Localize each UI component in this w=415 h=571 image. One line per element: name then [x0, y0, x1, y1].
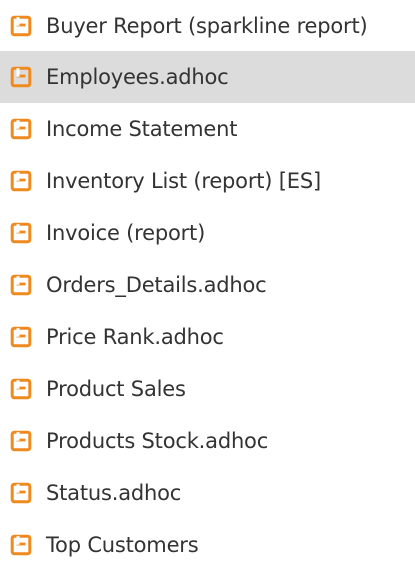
file-item-label: Inventory List (report) [ES]	[46, 169, 321, 193]
file-item-products-stock[interactable]: Products Stock.adhoc	[0, 415, 415, 467]
report-file-icon	[10, 534, 32, 556]
file-item-orders-details[interactable]: Orders_Details.adhoc	[0, 259, 415, 311]
file-item-income-statement[interactable]: Income Statement	[0, 103, 415, 155]
file-item-label: Top Customers	[46, 533, 199, 557]
report-file-icon	[10, 170, 32, 192]
report-file-icon	[10, 378, 32, 400]
file-item-status[interactable]: Status.adhoc	[0, 467, 415, 519]
file-item-employees[interactable]: Employees.adhoc	[0, 51, 415, 103]
file-item-invoice[interactable]: Invoice (report)	[0, 207, 415, 259]
file-item-label: Orders_Details.adhoc	[46, 273, 267, 297]
report-file-icon	[10, 430, 32, 452]
report-file-icon	[10, 326, 32, 348]
file-item-price-rank[interactable]: Price Rank.adhoc	[0, 311, 415, 363]
report-file-icon	[10, 274, 32, 296]
file-item-label: Income Statement	[46, 117, 238, 141]
report-file-icon	[10, 118, 32, 140]
report-file-icon	[10, 66, 32, 88]
report-file-icon	[10, 482, 32, 504]
file-item-label: Product Sales	[46, 377, 186, 401]
file-item-label: Price Rank.adhoc	[46, 325, 224, 349]
file-item-buyer-report[interactable]: Buyer Report (sparkline report)	[0, 0, 415, 51]
file-item-label: Buyer Report (sparkline report)	[46, 13, 368, 38]
file-item-top-customers[interactable]: Top Customers	[0, 519, 415, 571]
file-item-label: Invoice (report)	[46, 221, 206, 245]
report-file-list: Buyer Report (sparkline report) Employee…	[0, 0, 415, 568]
file-item-product-sales[interactable]: Product Sales	[0, 363, 415, 415]
file-item-label: Employees.adhoc	[46, 65, 229, 89]
report-file-icon	[10, 15, 32, 37]
file-item-label: Products Stock.adhoc	[46, 429, 269, 453]
file-item-label: Status.adhoc	[46, 481, 182, 505]
report-file-icon	[10, 222, 32, 244]
file-item-inventory-list[interactable]: Inventory List (report) [ES]	[0, 155, 415, 207]
